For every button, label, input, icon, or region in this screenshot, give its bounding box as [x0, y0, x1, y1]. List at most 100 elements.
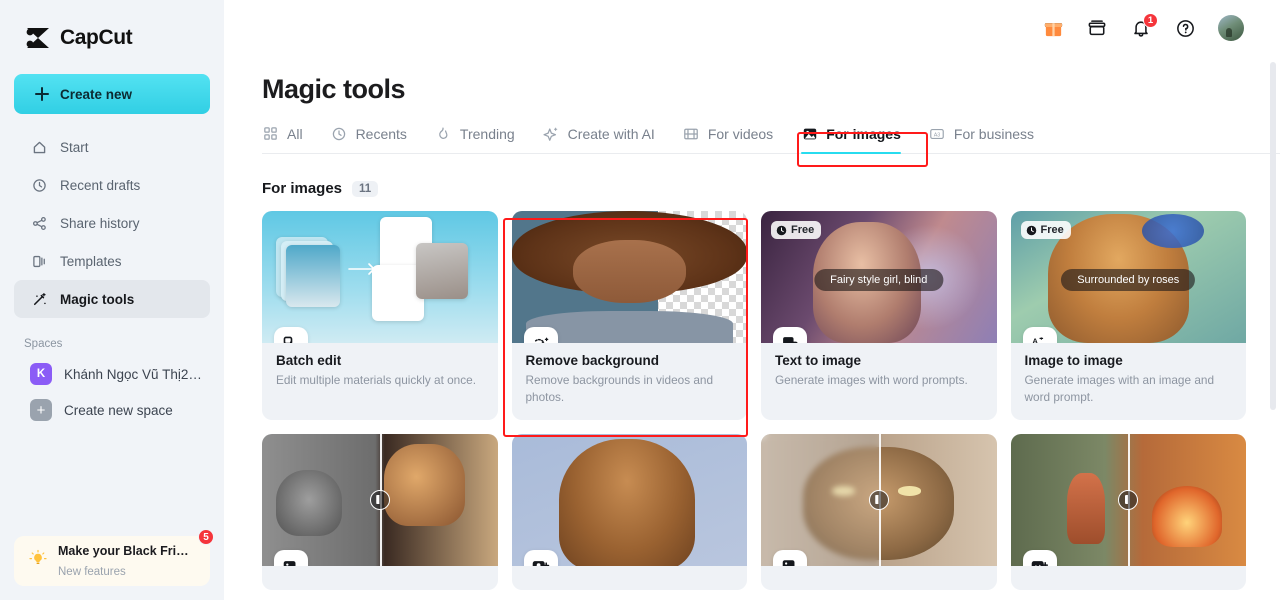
ad-icon: A3 — [929, 125, 946, 142]
card-body — [1011, 566, 1247, 590]
promo-text: Make your Black Fri… New features — [58, 541, 189, 581]
bell-icon[interactable]: 1 — [1130, 13, 1158, 39]
brand[interactable]: CapCut — [0, 0, 224, 56]
home-icon — [30, 138, 48, 156]
tab-for-videos[interactable]: For videos — [669, 125, 787, 153]
archive-box-icon[interactable] — [1086, 17, 1108, 39]
tab-create-with-ai[interactable]: Create with AI — [529, 125, 669, 153]
before-after-slider-handle[interactable] — [1118, 489, 1139, 510]
sidebar-item-label: Share history — [60, 215, 140, 231]
topbar: 1 — [224, 0, 1280, 56]
batch-edit-icon — [274, 327, 308, 343]
tool-card-batch-edit[interactable]: Batch edit Edit multiple materials quick… — [262, 211, 498, 420]
card-title: Image to image — [1024, 353, 1123, 368]
tool-card-colorize-photo[interactable]: C — [262, 433, 498, 590]
card-thumbnail: C — [262, 433, 498, 566]
main-content: 1 Magic tools All Recents Trending Creat… — [224, 0, 1280, 600]
clock-icon — [776, 225, 787, 235]
tab-label: For videos — [707, 125, 774, 142]
tool-card-grid-row-2: C — [262, 433, 1280, 590]
tab-trending[interactable]: Trending — [421, 125, 529, 153]
tab-for-business[interactable]: A3 For business — [915, 125, 1048, 153]
tool-card-image-to-image[interactable]: Free Surrounded by roses A Image to imag… — [1010, 211, 1247, 420]
sidebar-item-start[interactable]: Start — [14, 128, 210, 166]
sidebar: CapCut Create new Start Recent drafts Sh… — [0, 0, 224, 600]
card-body: Image to image Generate images with an i… — [1011, 343, 1247, 420]
clock-icon — [1026, 225, 1036, 235]
free-badge: Free — [771, 221, 822, 239]
app-root: CapCut Create new Start Recent drafts Sh… — [0, 0, 1280, 600]
tab-label: All — [287, 125, 303, 142]
card-body: Remove background Remove backgrounds in … — [512, 343, 748, 420]
card-title: Batch edit — [276, 353, 342, 368]
page-title: Magic tools — [262, 74, 406, 104]
card-title: Text to image — [775, 353, 862, 368]
sidebar-item-magic-tools[interactable]: Magic tools — [14, 280, 210, 318]
sidebar-item-label: Magic tools — [60, 291, 135, 307]
sidebar-item-label: Recent drafts — [60, 177, 141, 193]
card-description: Generate images with word prompts. — [775, 373, 968, 387]
free-badge-label: Free — [791, 224, 815, 236]
card-title: Remove background — [525, 353, 660, 368]
card-thumbnail — [511, 211, 747, 343]
tool-card-image-enhance[interactable] — [1010, 433, 1247, 590]
image-enhance-icon — [1022, 549, 1057, 566]
tab-label: Create with AI — [567, 125, 655, 142]
gift-icon[interactable] — [1042, 17, 1064, 39]
portrait-retouch-icon — [523, 549, 558, 566]
svg-text:A: A — [1032, 336, 1038, 343]
card-body — [761, 566, 997, 590]
grid-icon — [262, 125, 279, 142]
user-avatar[interactable] — [1218, 15, 1244, 41]
capcut-logo-icon — [24, 26, 52, 50]
before-after-slider-handle[interactable] — [369, 489, 390, 510]
create-new-space-button[interactable]: + Create new space — [14, 392, 210, 428]
promo-subtitle: New features — [58, 566, 126, 578]
tool-card-image-upscaler[interactable]: 4K — [761, 433, 997, 590]
sparkle-icon — [543, 125, 560, 142]
tool-card-text-to-image[interactable]: Free Fairy style girl, blind Text to ima… — [761, 211, 997, 420]
templates-icon — [30, 252, 48, 270]
space-item-khanh-ngoc[interactable]: K Khánh Ngọc Vũ Thị2… — [14, 356, 210, 392]
tab-recents[interactable]: Recents — [317, 125, 421, 153]
image-icon — [801, 125, 818, 142]
text-to-image-icon — [773, 327, 807, 343]
brand-name: CapCut — [60, 26, 133, 49]
card-body: Text to image Generate images with word … — [761, 343, 997, 403]
promo-badge: 5 — [198, 529, 214, 545]
card-description: Generate images with an image and word p… — [1024, 373, 1215, 404]
sidebar-item-share-history[interactable]: Share history — [14, 204, 210, 242]
remove-background-icon — [523, 327, 558, 343]
share-icon — [30, 214, 48, 232]
tool-card-portrait-retouch[interactable] — [511, 433, 747, 590]
card-description: Remove backgrounds in videos and photos. — [525, 373, 714, 404]
create-new-button[interactable]: Create new — [14, 74, 210, 114]
tab-label: Recents — [355, 125, 407, 142]
vertical-scrollbar[interactable] — [1270, 62, 1276, 410]
plus-icon: + — [30, 399, 52, 421]
clock-icon — [331, 125, 348, 142]
help-circle-icon[interactable] — [1174, 17, 1196, 39]
tool-card-remove-background[interactable]: Remove background Remove backgrounds in … — [511, 211, 748, 420]
sidebar-item-recent-drafts[interactable]: Recent drafts — [14, 166, 210, 204]
tab-all[interactable]: All — [262, 125, 317, 153]
clock-icon — [30, 176, 48, 194]
film-icon — [683, 125, 700, 142]
notification-badge: 1 — [1143, 13, 1158, 28]
free-badge: Free — [1020, 221, 1071, 239]
before-after-slider-handle[interactable] — [868, 489, 889, 510]
promo-banner[interactable]: Make your Black Fri… New features 5 — [14, 529, 214, 586]
card-description: Edit multiple materials quickly at once. — [276, 373, 476, 387]
card-thumbnail — [511, 433, 747, 566]
card-thumbnail: Free Surrounded by roses A — [1010, 211, 1246, 343]
colorize-photo-icon: C — [274, 549, 308, 566]
card-thumbnail — [262, 211, 498, 343]
tab-for-images[interactable]: For images — [787, 125, 915, 154]
lightbulb-icon — [28, 549, 48, 574]
card-body — [262, 566, 498, 590]
image-upscaler-4k-icon: 4K — [773, 549, 807, 566]
sidebar-item-templates[interactable]: Templates — [14, 242, 210, 280]
tool-card-grid-row-1: Batch edit Edit multiple materials quick… — [262, 211, 1280, 420]
svg-text:A3: A3 — [934, 132, 941, 138]
create-new-label: Create new — [60, 86, 133, 102]
